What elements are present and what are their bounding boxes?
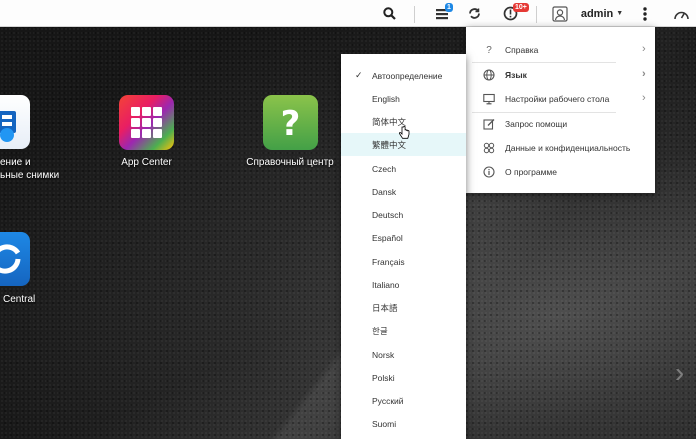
- top-toolbar: 1 10+ admin ▼: [0, 0, 696, 27]
- language-option[interactable]: Dansk: [341, 180, 466, 203]
- language-label: Автоопределение: [372, 70, 443, 81]
- divider: [414, 6, 415, 23]
- chevron-right-icon: ›: [642, 92, 646, 104]
- help-center-icon[interactable]: ?: [263, 95, 318, 150]
- user-menu-button[interactable]: admin ▼: [580, 0, 624, 27]
- language-label: Suomi: [372, 418, 397, 429]
- menu-item-request-support[interactable]: Запрос помощи: [466, 112, 655, 136]
- language-option[interactable]: ✓ Автоопределение: [341, 64, 466, 87]
- language-option[interactable]: Suomi: [341, 412, 466, 435]
- checkmark-icon: ✓: [355, 70, 363, 80]
- app-center-label[interactable]: App Center: [108, 157, 185, 168]
- menu-item-label: О программе: [505, 167, 558, 177]
- language-label: Czech: [372, 163, 397, 174]
- menu-item-language[interactable]: Язык ›: [466, 63, 655, 87]
- menu-item-privacy[interactable]: Данные и конфиденциальность: [466, 136, 655, 160]
- more-options-icon[interactable]: [638, 0, 652, 27]
- info-icon: [483, 166, 495, 178]
- app-label-line: ение и: [0, 157, 31, 168]
- sync-central-icon[interactable]: [0, 232, 30, 286]
- language-option[interactable]: 한글: [341, 319, 466, 342]
- language-option[interactable]: Norsk: [341, 343, 466, 366]
- divider: [536, 6, 537, 23]
- chevron-right-icon: ›: [642, 43, 646, 55]
- language-label: 日本語: [372, 302, 398, 313]
- chevron-right-icon: ›: [642, 68, 646, 80]
- user-name: admin: [580, 7, 614, 20]
- menu-item-label: Данные и конфиденциальность: [505, 143, 631, 153]
- search-icon[interactable]: [380, 0, 398, 27]
- menu-item-desktop-settings[interactable]: Настройки рабочего стола ›: [466, 87, 655, 111]
- language-option[interactable]: Español: [341, 226, 466, 249]
- notifications-badge: 10+: [513, 3, 529, 12]
- language-option[interactable]: Czech: [341, 157, 466, 180]
- menu-item-about[interactable]: О программе: [466, 160, 655, 184]
- help-center-label[interactable]: Справочный центр: [240, 157, 340, 168]
- language-label: Français: [372, 256, 405, 267]
- menu-item-label: Запрос помощи: [505, 119, 568, 129]
- edit-icon: [483, 118, 495, 130]
- user-icon[interactable]: [550, 0, 570, 27]
- language-label: Deutsch: [372, 209, 404, 220]
- language-label: Polski: [372, 372, 395, 383]
- app-center-icon[interactable]: [119, 95, 174, 150]
- language-submenu: ✓ Автоопределение English 简体中文 繁體中文 Czec…: [341, 54, 466, 439]
- language-option[interactable]: Polski: [341, 366, 466, 389]
- language-label: Español: [372, 232, 403, 243]
- menu-item-help[interactable]: ? Справка ›: [466, 38, 655, 62]
- chevron-right-icon[interactable]: ›: [675, 357, 684, 389]
- sync-icon[interactable]: [464, 0, 484, 27]
- language-label: 한글: [372, 325, 388, 336]
- menu-item-label: Справка: [505, 45, 539, 55]
- hand-cursor-icon: [398, 125, 410, 145]
- menu-item-label: Язык: [505, 70, 527, 80]
- language-option[interactable]: Русский: [341, 389, 466, 412]
- language-option[interactable]: Deutsch: [341, 203, 466, 226]
- central-label[interactable]: Central: [3, 294, 35, 305]
- question-icon: ?: [486, 44, 492, 56]
- language-label: Русский: [372, 395, 404, 406]
- globe-icon: [483, 69, 495, 81]
- app-label-line: ьные снимки: [0, 170, 60, 181]
- language-label: English: [372, 93, 400, 104]
- menu-item-label: Настройки рабочего стола: [505, 94, 610, 104]
- language-option[interactable]: 日本語: [341, 296, 466, 319]
- options-menu: ? Справка › Язык › Настройки рабочего ст…: [466, 27, 655, 193]
- language-label: Norsk: [372, 349, 395, 360]
- backup-restore-label[interactable]: ение и ьные снимки: [0, 157, 59, 181]
- language-option[interactable]: Français: [341, 250, 466, 273]
- chevron-down-icon: ▼: [616, 10, 624, 17]
- dashboard-icon[interactable]: [670, 0, 692, 27]
- svg-text:?: ?: [281, 104, 301, 144]
- language-option[interactable]: Italiano: [341, 273, 466, 296]
- language-option[interactable]: English: [341, 87, 466, 110]
- privacy-icon: [483, 142, 495, 154]
- language-label: Dansk: [372, 186, 397, 197]
- language-label: Italiano: [372, 279, 400, 290]
- tasks-badge: 1: [445, 3, 453, 12]
- backup-restore-icon[interactable]: [0, 95, 30, 149]
- monitor-icon: [483, 93, 495, 105]
